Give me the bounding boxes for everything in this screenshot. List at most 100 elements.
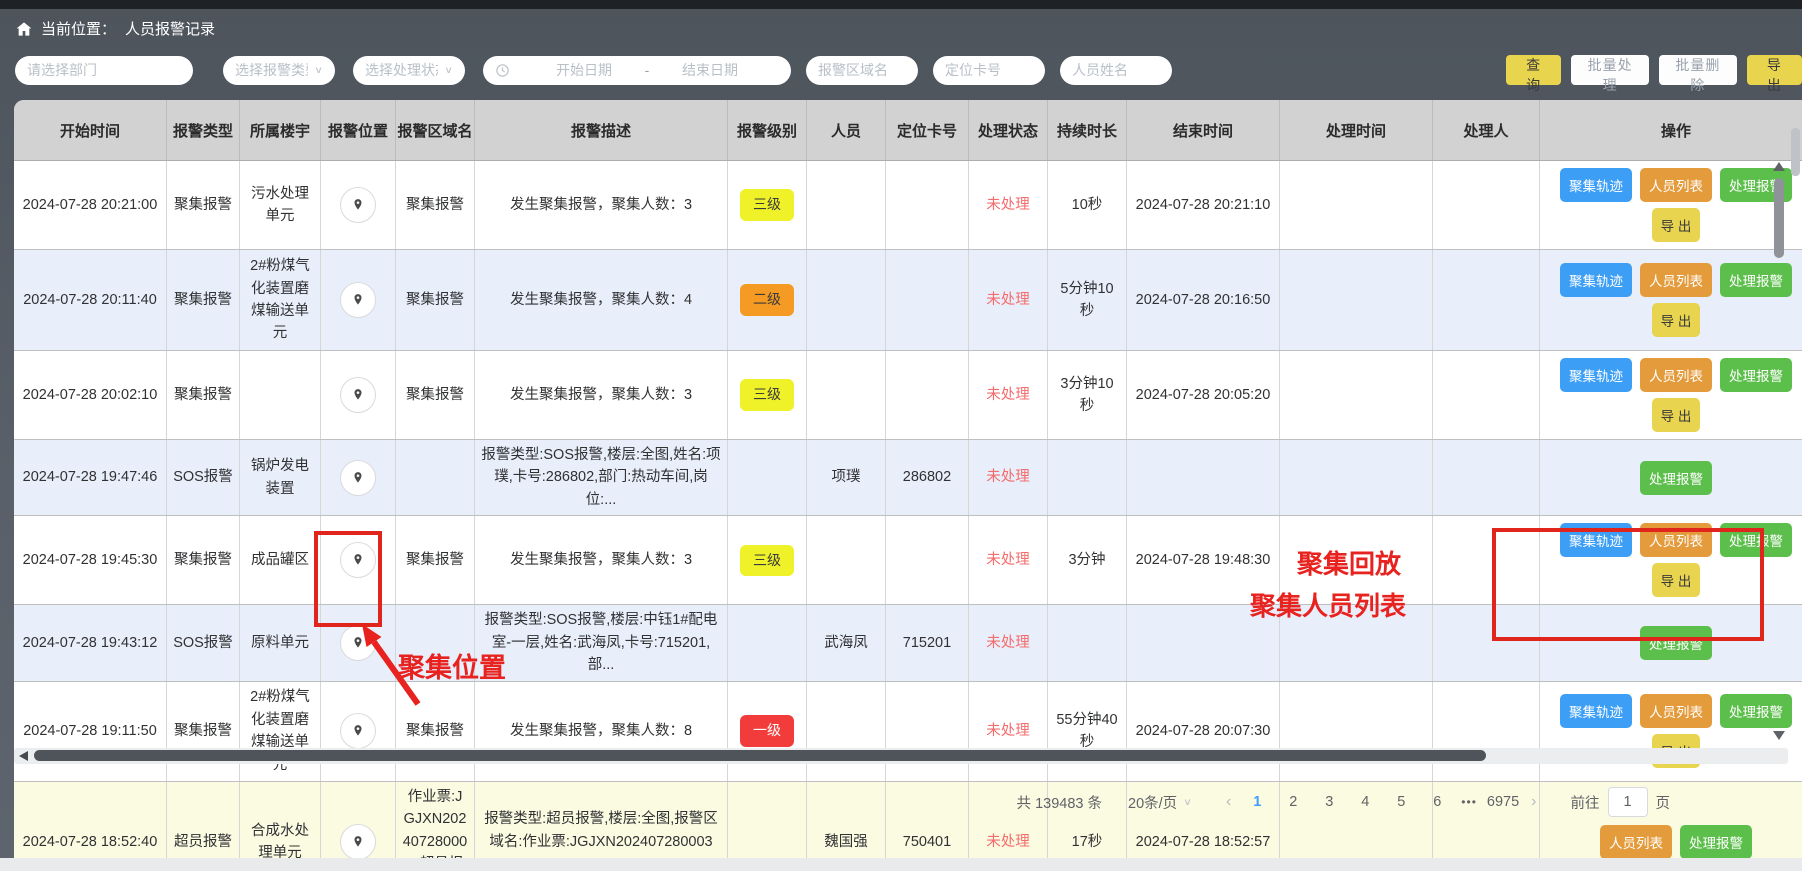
date-range-picker[interactable]: 开始日期 - 结束日期 <box>483 56 791 85</box>
department-select[interactable]: 请选择部门 <box>15 56 193 85</box>
handle-time-cell <box>1280 516 1433 605</box>
home-icon[interactable] <box>16 21 32 37</box>
area-name-cell: 聚集报警 <box>396 516 475 605</box>
query-button[interactable]: 查 询 <box>1506 55 1561 85</box>
list-action-button[interactable]: 人员列表 <box>1600 825 1672 859</box>
list-action-button[interactable]: 人员列表 <box>1640 263 1712 297</box>
location-pin-icon[interactable] <box>340 460 376 496</box>
card-number-cell <box>886 161 969 250</box>
end-time-cell: 2024-07-28 19:48:30 <box>1127 516 1280 605</box>
start-time-cell: 2024-07-28 20:02:10 <box>14 351 167 440</box>
scroll-up-icon[interactable] <box>1773 162 1785 171</box>
level-cell <box>728 440 807 516</box>
building-cell: 原料单元 <box>240 605 321 681</box>
page-number-button[interactable]: 1 <box>1239 794 1275 810</box>
location-pin-icon[interactable] <box>340 824 376 860</box>
start-date-input[interactable]: 开始日期 <box>536 60 632 80</box>
person-cell: 项璞 <box>807 440 886 516</box>
column-header-13: 处理人 <box>1433 100 1540 161</box>
list-action-button[interactable]: 人员列表 <box>1640 358 1712 392</box>
end-date-input[interactable]: 结束日期 <box>662 60 758 80</box>
next-page-icon[interactable]: › <box>1523 793 1544 811</box>
card-number-cell: 286802 <box>886 440 969 516</box>
alarm-level-badge: 三级 <box>740 189 794 221</box>
alarm-area-input[interactable]: 报警区域名 <box>806 56 918 85</box>
export-action-button[interactable]: 导 出 <box>1652 398 1701 432</box>
location-pin-icon[interactable] <box>340 282 376 318</box>
prev-page-icon[interactable]: ‹ <box>1218 793 1239 811</box>
horizontal-scroll-thumb[interactable] <box>34 750 1486 761</box>
goto-label: 前往 <box>1571 792 1600 813</box>
horizontal-scrollbar[interactable] <box>14 748 1788 764</box>
location-pin-icon[interactable] <box>340 542 376 578</box>
page-number-button[interactable]: 2 <box>1275 794 1311 810</box>
table-row: 2024-07-28 19:45:30聚集报警成品罐区聚集报警发生聚集报警，聚集… <box>14 516 1802 605</box>
card-number-cell <box>886 250 969 351</box>
vertical-scroll-thumb[interactable] <box>1774 178 1784 258</box>
alarm-type-select[interactable]: 选择报警类型 ∨ <box>223 56 335 85</box>
level-cell: 三级 <box>728 516 807 605</box>
track-action-button[interactable]: 聚集轨迹 <box>1560 168 1632 202</box>
export-action-button[interactable]: 导 出 <box>1652 303 1701 337</box>
end-time-cell: 2024-07-28 20:05:20 <box>1127 351 1280 440</box>
column-header-12: 处理时间 <box>1280 100 1433 161</box>
building-cell: 污水处理单元 <box>240 161 321 250</box>
table-row: 2024-07-28 19:47:46SOS报警锅炉发电装置报警类型:SOS报警… <box>14 440 1802 516</box>
handle-time-cell <box>1280 250 1433 351</box>
person-cell <box>807 516 886 605</box>
list-action-button[interactable]: 人员列表 <box>1640 168 1712 202</box>
vertical-scrollbar[interactable] <box>1772 162 1786 762</box>
scroll-down-icon[interactable] <box>1773 731 1785 740</box>
person-name-input[interactable]: 人员姓名 <box>1060 56 1172 85</box>
browser-scroll-thumb[interactable] <box>1791 128 1800 176</box>
list-action-button[interactable]: 人员列表 <box>1640 694 1712 728</box>
person-cell <box>807 681 886 781</box>
page-number-button[interactable]: 3 <box>1311 794 1347 810</box>
batch-delete-button[interactable]: 批量删除 <box>1659 55 1737 85</box>
page-size-select[interactable]: 20条/页 ∨ <box>1128 792 1192 813</box>
ellipsis-pages[interactable]: ••• <box>1455 795 1483 809</box>
batch-handle-button[interactable]: 批量处理 <box>1571 55 1649 85</box>
goto-page-input[interactable]: 1 <box>1608 787 1648 817</box>
track-action-button[interactable]: 聚集轨迹 <box>1560 263 1632 297</box>
page-number-button[interactable]: 6 <box>1419 794 1455 810</box>
column-header-9: 处理状态 <box>969 100 1048 161</box>
track-action-button[interactable]: 聚集轨迹 <box>1560 523 1632 557</box>
handle-status-select[interactable]: 选择处理状态 ∨ <box>353 56 465 85</box>
person-cell <box>807 351 886 440</box>
end-time-cell <box>1127 605 1280 681</box>
location-pin-icon[interactable] <box>340 625 376 661</box>
page-number-button[interactable]: 5 <box>1383 794 1419 810</box>
location-card-input[interactable]: 定位卡号 <box>933 56 1045 85</box>
export-action-button[interactable]: 导 出 <box>1652 563 1701 597</box>
duration-cell: 3分钟10秒 <box>1048 351 1127 440</box>
last-page-button[interactable]: 6975 <box>1483 794 1523 810</box>
alarm-level-badge: 三级 <box>740 379 794 411</box>
date-separator: - <box>632 62 662 78</box>
export-action-button[interactable]: 导 出 <box>1652 208 1701 242</box>
handle-action-button[interactable]: 处理报警 <box>1640 626 1712 660</box>
export-button[interactable]: 导 出 <box>1747 55 1802 85</box>
handle-action-button[interactable]: 处理报警 <box>1640 461 1712 495</box>
building-cell: 2#粉煤气化装置磨煤输送单元 <box>240 250 321 351</box>
handle-status-cell: 未处理 <box>969 681 1048 781</box>
table-row: 2024-07-28 20:11:40聚集报警2#粉煤气化装置磨煤输送单元聚集报… <box>14 250 1802 351</box>
page-number-button[interactable]: 4 <box>1347 794 1383 810</box>
description-cell: 报警类型:SOS报警,楼层:中钰1#配电室-一层,姓名:武海凤,卡号:71520… <box>475 605 728 681</box>
location-pin-icon[interactable] <box>340 187 376 223</box>
area-name-cell <box>396 440 475 516</box>
alarm-level-badge: 二级 <box>740 284 794 316</box>
track-action-button[interactable]: 聚集轨迹 <box>1560 358 1632 392</box>
location-pin-icon[interactable] <box>340 377 376 413</box>
handle-action-button[interactable]: 处理报警 <box>1680 825 1752 859</box>
handler-cell <box>1433 681 1540 781</box>
list-action-button[interactable]: 人员列表 <box>1640 523 1712 557</box>
handle-status-placeholder: 选择处理状态 <box>365 60 438 80</box>
track-action-button[interactable]: 聚集轨迹 <box>1560 694 1632 728</box>
description-cell: 发生聚集报警，聚集人数：3 <box>475 161 728 250</box>
start-time-cell: 2024-07-28 19:11:50 <box>14 681 167 781</box>
scroll-left-icon[interactable] <box>19 751 28 761</box>
handle-status-cell: 未处理 <box>969 250 1048 351</box>
location-pin-icon[interactable] <box>340 713 376 749</box>
handler-cell <box>1433 161 1540 250</box>
